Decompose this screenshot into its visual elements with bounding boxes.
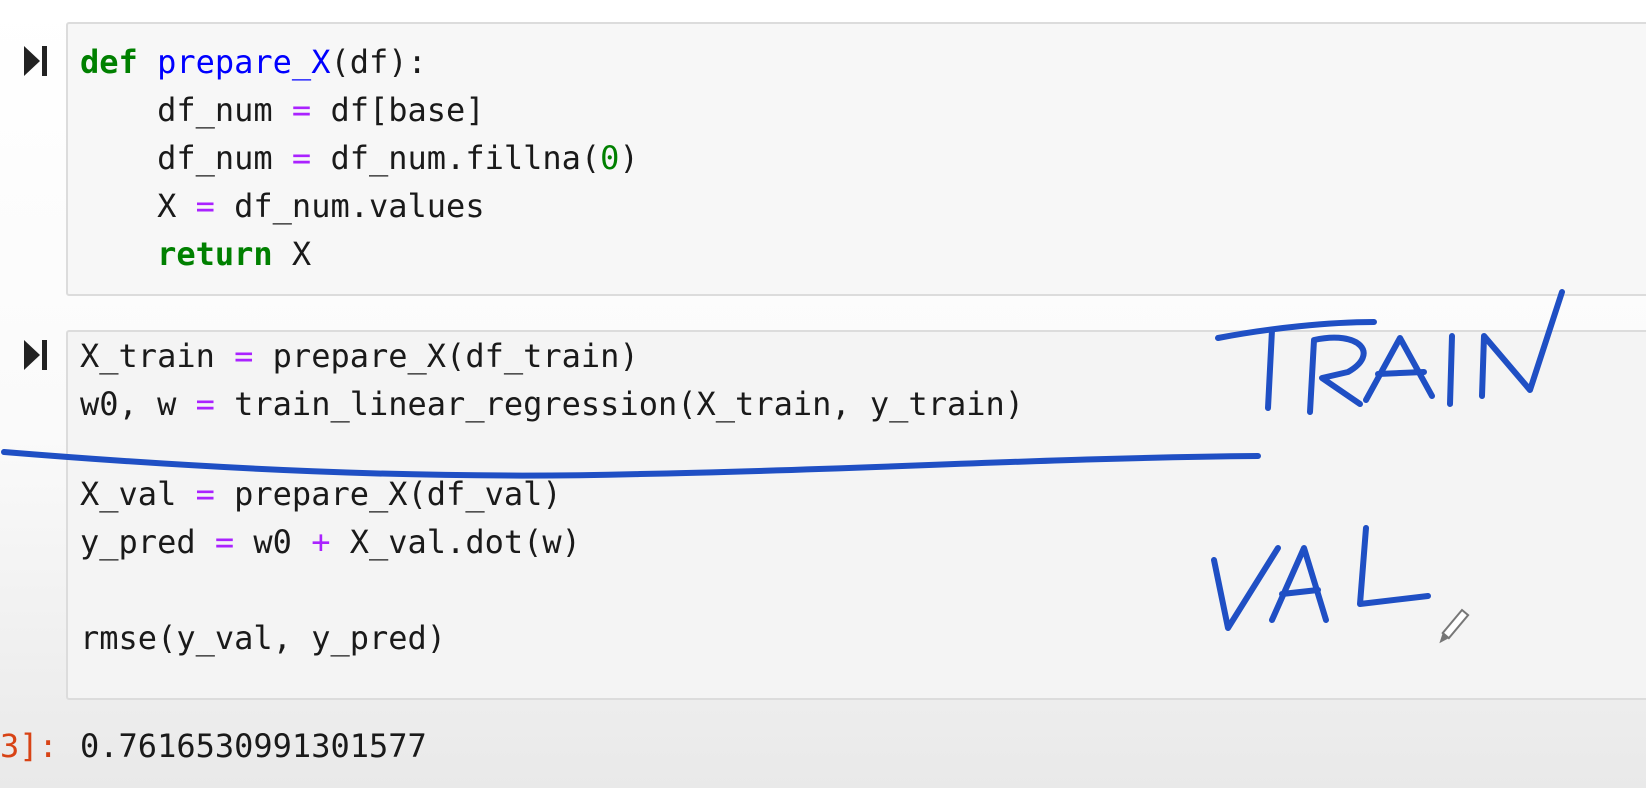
annotation-layer [1,289,1565,644]
annotation-train-label [1307,334,1367,415]
annotation-train-label [1447,333,1455,407]
pen-cursor-icon [1439,608,1470,644]
annotation-val-label [1357,525,1431,607]
annotation-train-label [1363,335,1435,403]
annotation-train-label [1375,369,1427,377]
annotation-divider-line [1,449,1261,479]
annotation-train-label [1265,327,1275,411]
annotation-val-label [1211,545,1281,631]
annotation-train-label [1215,319,1377,341]
annotation-val-label [1269,545,1329,623]
annotation-train-label [1479,289,1565,399]
annotation-val-label [1279,587,1321,597]
